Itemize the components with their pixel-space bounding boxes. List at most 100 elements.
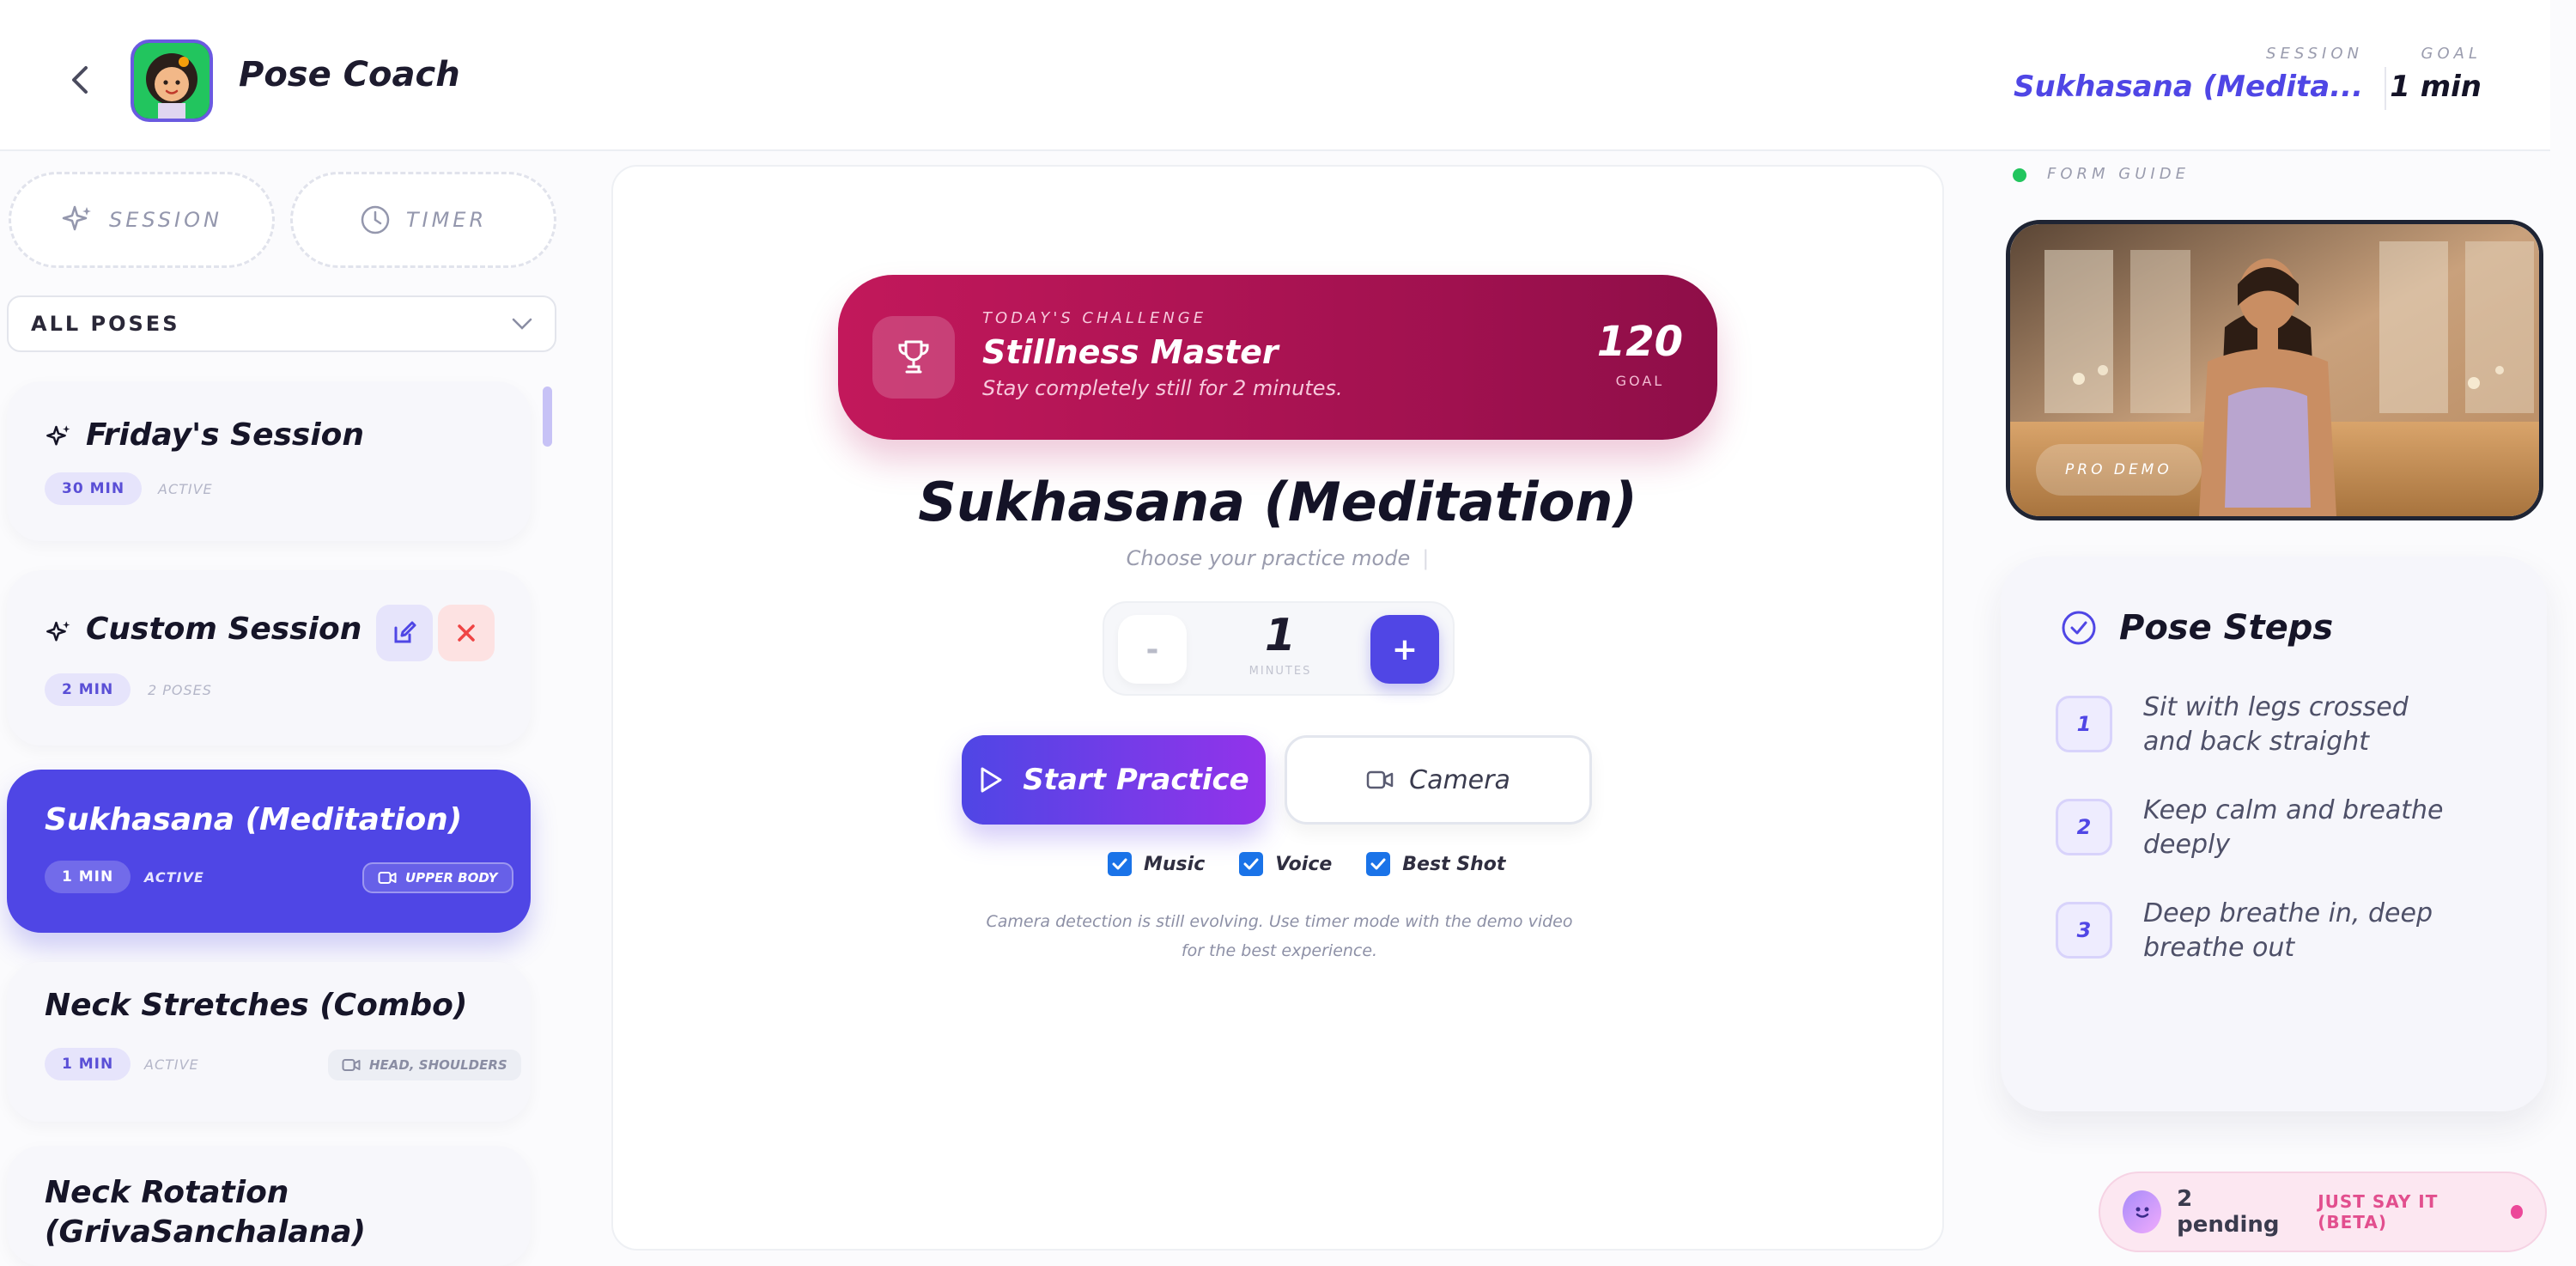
duration-pill: 1 MIN bbox=[45, 1048, 131, 1080]
decrease-button[interactable]: - bbox=[1118, 615, 1187, 684]
delete-button[interactable] bbox=[438, 605, 495, 661]
pose-steps-title: Pose Steps bbox=[2119, 608, 2334, 648]
timer-mode-label: TIMER bbox=[405, 208, 488, 232]
video-icon bbox=[342, 1059, 361, 1071]
challenge-goal-value: 120 bbox=[1596, 318, 1683, 366]
session-mode-button[interactable]: SESSION bbox=[9, 172, 275, 268]
best-shot-option[interactable]: Best Shot bbox=[1366, 852, 1505, 876]
camera-note: Camera detection is still evolving. Use … bbox=[986, 912, 1573, 960]
check-icon bbox=[1112, 858, 1127, 870]
step-text: Keep calm and breathe deeply bbox=[2143, 795, 2444, 860]
video-camera-icon bbox=[1366, 770, 1394, 789]
challenge-goal: 120 GOAL bbox=[1597, 318, 1683, 389]
duration-value: 1 bbox=[1264, 610, 1297, 661]
mode-hint: Choose your practice mode | bbox=[611, 546, 1944, 570]
session-card-friday[interactable]: Friday's Session 30 MIN ACTIVE bbox=[7, 381, 531, 541]
timer-mode-button[interactable]: TIMER bbox=[290, 172, 556, 268]
voice-assistant-pill[interactable]: 2 pending JUST SAY IT (BETA) bbox=[2099, 1172, 2547, 1252]
status-tag: 2 POSES bbox=[148, 682, 212, 698]
session-mode-label: SESSION bbox=[109, 208, 222, 232]
card-title: Friday's Session bbox=[86, 417, 365, 453]
just-say-it-label: JUST SAY IT (BETA) bbox=[2318, 1191, 2439, 1233]
pose-step: 2 Keep calm and breathe deeply bbox=[2056, 795, 2444, 862]
trophy-badge bbox=[872, 316, 955, 399]
close-icon bbox=[458, 624, 475, 642]
check-icon bbox=[1243, 858, 1259, 870]
duration-pill: 30 MIN bbox=[45, 472, 143, 505]
pose-steps-card: Pose Steps 1 Sit with legs crossed and b… bbox=[2001, 557, 2547, 1111]
card-title: Sukhasana (Meditation) bbox=[45, 802, 463, 837]
back-button[interactable] bbox=[60, 60, 100, 100]
edit-icon bbox=[394, 621, 416, 643]
app-logo bbox=[131, 40, 213, 122]
status-tag: ACTIVE bbox=[144, 869, 204, 886]
sparkles-icon bbox=[62, 205, 92, 231]
increase-button[interactable]: + bbox=[1370, 615, 1439, 684]
assistant-avatar bbox=[2123, 1190, 2162, 1233]
check-icon bbox=[1370, 858, 1386, 870]
pending-count: 2 pending bbox=[2177, 1186, 2280, 1238]
session-card-neck-stretches[interactable]: Neck Stretches (Combo) 1 MIN ACTIVE HEAD… bbox=[7, 962, 531, 1122]
session-card-neck-rotation[interactable]: Neck Rotation (GrivaSanchalana) bbox=[7, 1146, 531, 1266]
status-tag: ACTIVE bbox=[158, 481, 213, 497]
best-shot-label: Best Shot bbox=[1402, 853, 1506, 875]
session-card-custom[interactable]: Custom Session 2 MIN 2 POSES bbox=[7, 570, 531, 746]
challenge-title: Stillness Master bbox=[982, 333, 1279, 371]
challenge-goal-label: GOAL bbox=[1615, 373, 1665, 389]
app-header: Pose Coach SESSION Sukhasana (Medita... … bbox=[0, 0, 2550, 151]
daily-challenge-banner[interactable]: TODAY'S CHALLENGE Stillness Master Stay … bbox=[838, 275, 1717, 440]
area-chip: UPPER BODY bbox=[362, 862, 513, 893]
sparkles-icon bbox=[46, 425, 70, 446]
voice-label: Voice bbox=[1275, 853, 1333, 875]
area-chip-label: HEAD, SHOULDERS bbox=[369, 1057, 507, 1073]
sparkles-icon bbox=[46, 621, 70, 642]
demo-video[interactable]: PRO DEMO bbox=[2006, 220, 2543, 520]
clock-icon bbox=[361, 205, 390, 234]
smiley-icon bbox=[2136, 1207, 2149, 1218]
pose-step: 1 Sit with legs crossed and back straigh… bbox=[2056, 692, 2444, 759]
step-text: Deep breathe in, deep breathe out bbox=[2143, 898, 2433, 963]
chevron-down-icon bbox=[512, 318, 532, 330]
goal-indicator: GOAL 1 min bbox=[2390, 45, 2482, 104]
trophy-icon bbox=[898, 340, 929, 374]
practice-options: Music Voice Best Shot bbox=[1108, 852, 1505, 876]
challenge-kicker: TODAY'S CHALLENGE bbox=[982, 309, 1207, 327]
app-title: Pose Coach bbox=[239, 55, 460, 94]
goal-label: GOAL bbox=[2421, 45, 2482, 63]
pose-steps-header: Pose Steps bbox=[2061, 608, 2333, 648]
pose-step: 3 Deep breathe in, deep breathe out bbox=[2056, 898, 2444, 965]
area-chip: HEAD, SHOULDERS bbox=[328, 1050, 521, 1080]
text-caret: | bbox=[1422, 546, 1430, 570]
best-shot-checkbox[interactable] bbox=[1366, 852, 1391, 876]
video-icon bbox=[378, 872, 397, 884]
music-option[interactable]: Music bbox=[1108, 852, 1205, 876]
music-checkbox[interactable] bbox=[1108, 852, 1132, 876]
area-chip-label: UPPER BODY bbox=[405, 870, 498, 886]
session-value: Sukhasana (Medita... bbox=[2014, 70, 2363, 104]
start-practice-button[interactable]: Start Practice bbox=[962, 735, 1266, 825]
voice-checkbox[interactable] bbox=[1239, 852, 1264, 876]
session-card-sukhasana[interactable]: Sukhasana (Meditation) 1 MIN ACTIVE UPPE… bbox=[7, 770, 531, 933]
camera-button[interactable]: Camera bbox=[1285, 735, 1592, 825]
start-practice-label: Start Practice bbox=[1023, 763, 1249, 797]
edit-button[interactable] bbox=[376, 605, 433, 661]
notification-dot bbox=[2510, 1205, 2523, 1219]
duration-unit: MINUTES bbox=[1249, 665, 1312, 678]
pose-filter-value: ALL POSES bbox=[31, 312, 180, 336]
card-title: Neck Stretches (Combo) bbox=[45, 988, 468, 1023]
camera-label: Camera bbox=[1409, 764, 1510, 795]
pose-filter-select[interactable]: ALL POSES bbox=[7, 295, 556, 352]
card-title: Custom Session bbox=[86, 612, 362, 647]
session-label: SESSION bbox=[2266, 45, 2363, 63]
header-divider bbox=[2385, 67, 2386, 110]
sidebar-scrollbar[interactable] bbox=[543, 386, 552, 447]
goal-value: 1 min bbox=[2390, 70, 2482, 104]
step-number: 3 bbox=[2056, 902, 2112, 959]
step-number: 2 bbox=[2056, 799, 2112, 855]
voice-option[interactable]: Voice bbox=[1239, 852, 1332, 876]
form-guide-status-dot bbox=[2013, 168, 2026, 182]
mode-hint-text: Choose your practice mode bbox=[1126, 546, 1411, 570]
duration-pill: 1 MIN bbox=[45, 861, 131, 893]
session-indicator: SESSION Sukhasana (Medita... bbox=[2014, 45, 2363, 104]
step-text: Sit with legs crossed and back straight bbox=[2143, 692, 2409, 757]
